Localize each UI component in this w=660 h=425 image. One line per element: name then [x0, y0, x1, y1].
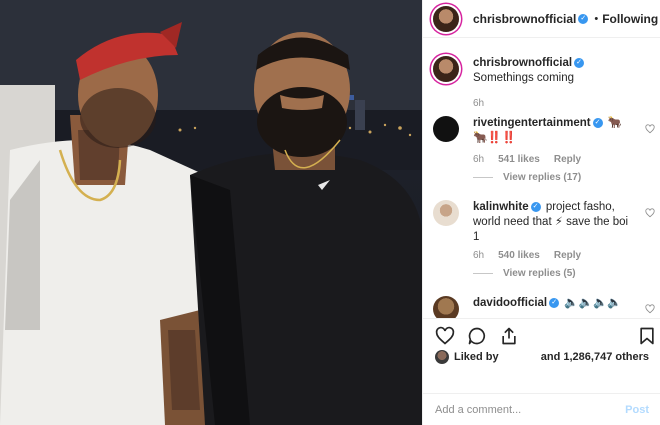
- reply-button[interactable]: Reply: [554, 154, 581, 165]
- add-comment-bar: Post: [423, 393, 660, 425]
- likes-count[interactable]: and 1,286,747 others: [541, 351, 649, 363]
- comment-avatar[interactable]: [433, 116, 459, 142]
- heart-outline-icon[interactable]: [435, 326, 455, 346]
- comment-username[interactable]: kalinwhite: [473, 201, 529, 213]
- liked-by-row: Liked by and 1,286,747 others: [423, 346, 660, 368]
- comment-text: 🐂‼️‼️: [473, 132, 516, 144]
- like-comment-heart-icon[interactable]: [645, 304, 655, 314]
- comment-meta: 6h 541 likes Reply: [473, 154, 581, 165]
- verified-badge-icon: ✓: [574, 57, 585, 68]
- verified-badge-icon: ✓: [592, 117, 603, 128]
- post-header: chrisbrownofficial ✓ • Following: [423, 0, 660, 38]
- following-button[interactable]: Following: [602, 12, 658, 26]
- liker-avatar[interactable]: [435, 350, 449, 364]
- liked-by-label: Liked by: [454, 351, 499, 363]
- post-photo[interactable]: [0, 0, 422, 425]
- comment-avatar[interactable]: [433, 200, 459, 226]
- caption-avatar[interactable]: [433, 56, 459, 82]
- post-sidebar: chrisbrownofficial ✓ • Following chrisbr…: [422, 0, 660, 425]
- reply-button[interactable]: Reply: [554, 250, 581, 261]
- comment-time: 6h: [473, 154, 485, 165]
- author-username[interactable]: chrisbrownofficial: [473, 12, 576, 26]
- comment-username[interactable]: rivetingentertainment: [473, 117, 591, 129]
- photo-illustration: [0, 0, 422, 425]
- header-separator: •: [594, 12, 599, 25]
- caption-body: chrisbrownofficial ✓ Somethings coming: [473, 56, 633, 86]
- author-avatar[interactable]: [433, 5, 459, 32]
- view-replies-label: View replies (17): [503, 172, 582, 183]
- caption-text: Somethings coming: [473, 72, 574, 84]
- comment-bubble-icon[interactable]: [467, 326, 487, 346]
- post-comment-button[interactable]: Post: [625, 404, 649, 416]
- comments-list[interactable]: chrisbrownofficial ✓ Somethings coming 6h…: [423, 38, 660, 318]
- comment-text: 🔈🔈🔈🔈: [564, 297, 622, 309]
- verified-badge-icon: ✓: [530, 201, 541, 212]
- verified-badge-icon: ✓: [549, 297, 560, 308]
- share-icon[interactable]: [499, 326, 519, 346]
- comment-input[interactable]: [435, 403, 626, 416]
- verified-badge-icon: ✓: [578, 13, 589, 24]
- comment-avatar[interactable]: [433, 296, 459, 318]
- comment-time: 6h: [473, 250, 485, 261]
- bookmark-icon[interactable]: [637, 326, 657, 346]
- comment-extra: 🐂: [607, 117, 623, 129]
- replies-line-divider: [473, 273, 493, 274]
- like-comment-heart-icon[interactable]: [645, 208, 655, 218]
- action-bar: [423, 318, 660, 348]
- comment-likes[interactable]: 540 likes: [498, 250, 540, 261]
- like-comment-heart-icon[interactable]: [645, 124, 655, 134]
- comment-username[interactable]: davidoofficial: [473, 297, 547, 309]
- comment-likes[interactable]: 541 likes: [498, 154, 540, 165]
- view-replies-button[interactable]: View replies (5): [473, 268, 576, 279]
- comment-meta: 6h 540 likes Reply: [473, 250, 581, 261]
- caption-username[interactable]: chrisbrownofficial: [473, 57, 572, 69]
- caption-time: 6h: [473, 98, 485, 109]
- view-replies-button[interactable]: View replies (17): [473, 172, 581, 183]
- comment-body: rivetingentertainment ✓ 🐂 🐂‼️‼️: [473, 116, 633, 146]
- comment-body: davidoofficial ✓ 🔈🔈🔈🔈: [473, 296, 633, 311]
- view-replies-label: View replies (5): [503, 268, 576, 279]
- comment-body: kalinwhite ✓ project fasho, world need th…: [473, 200, 633, 245]
- replies-line-divider: [473, 177, 493, 178]
